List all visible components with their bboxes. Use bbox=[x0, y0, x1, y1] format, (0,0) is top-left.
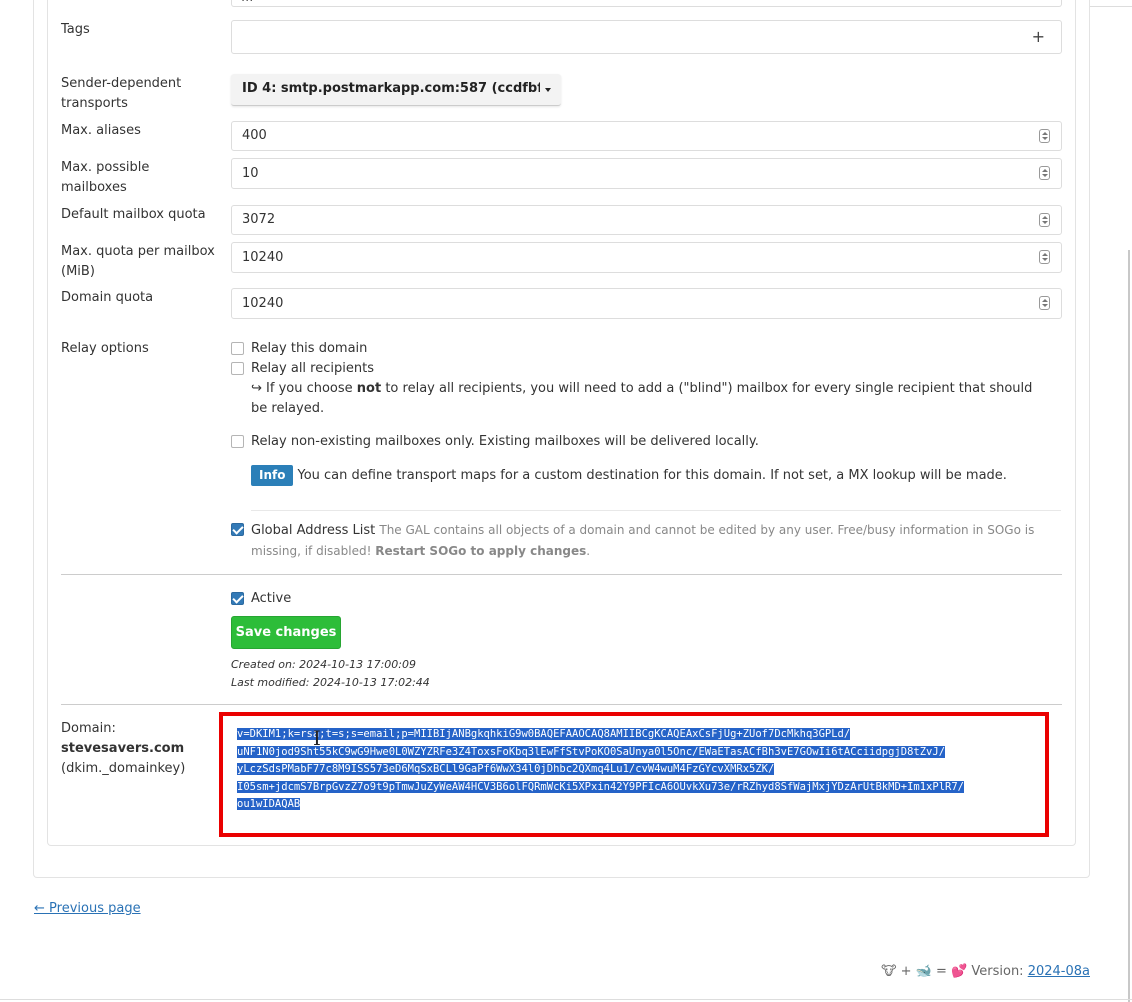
relay-unknown-checkbox[interactable] bbox=[231, 435, 244, 448]
caret-down-icon bbox=[545, 88, 551, 92]
gal-option: Global Address List The GAL contains all… bbox=[251, 523, 1035, 558]
relay-all-note: ↪ If you choose not to relay all recipie… bbox=[251, 381, 1033, 416]
relay-all-label: Relay all recipients bbox=[251, 361, 374, 376]
max-aliases-value: 400 bbox=[242, 128, 267, 143]
tags-input[interactable]: + bbox=[231, 20, 1062, 54]
max-aliases-input[interactable]: 400 bbox=[231, 121, 1062, 151]
info-badge: Info bbox=[251, 465, 294, 486]
plus-icon[interactable]: + bbox=[1032, 27, 1045, 46]
divider bbox=[251, 510, 1061, 511]
stepper-icon[interactable] bbox=[1039, 213, 1050, 227]
default-quota-value: 3072 bbox=[242, 212, 276, 227]
previous-page-link[interactable]: ← Previous page bbox=[34, 901, 141, 916]
top-divider bbox=[1089, 6, 1132, 7]
relay-domain-checkbox[interactable] bbox=[231, 342, 244, 355]
version-link[interactable]: 2024-08a bbox=[1028, 964, 1090, 979]
stepper-icon[interactable] bbox=[1039, 296, 1050, 310]
domain-quota-input[interactable]: 10240 bbox=[231, 288, 1062, 319]
created-on: Created on: 2024-10-13 17:00:09 bbox=[231, 658, 417, 671]
dkim-label: Domain: stevesavers.com (dkim._domainkey… bbox=[61, 719, 185, 779]
default-quota-input[interactable]: 3072 bbox=[231, 205, 1062, 235]
save-changes-button[interactable]: Save changes bbox=[231, 616, 341, 649]
dkim-domain: stevesavers.com bbox=[61, 741, 185, 756]
dkim-key-text[interactable]: v=DKIM1;k=rsa;t=s;s=email;p=MIIBIjANBgkq… bbox=[237, 726, 1037, 814]
domain-quota-label: Domain quota bbox=[61, 290, 154, 305]
scrollbar[interactable] bbox=[1128, 250, 1130, 1002]
gal-checkbox[interactable] bbox=[231, 523, 244, 536]
section-divider bbox=[61, 704, 1062, 705]
gal-label: Global Address List bbox=[251, 523, 376, 538]
max-mailboxes-label: Max. possible mailboxes bbox=[61, 160, 150, 195]
transport-select[interactable]: ID 4: smtp.postmarkapp.com:587 (ccdfbf6f… bbox=[231, 74, 561, 106]
footer-emoji: 🐮 + 🐋 = 💕 bbox=[881, 964, 968, 979]
transport-info: Info You can define transport maps for a … bbox=[251, 465, 1041, 486]
max-mailboxes-input[interactable]: 10 bbox=[231, 158, 1062, 189]
max-quota-label: Max. quota per mailbox (MiB) bbox=[61, 244, 215, 279]
section-divider bbox=[61, 574, 1062, 575]
max-aliases-label: Max. aliases bbox=[61, 123, 141, 138]
transport-selected-value: ID 4: smtp.postmarkapp.com:587 (ccdfbf6f… bbox=[242, 81, 540, 96]
stepper-icon[interactable] bbox=[1039, 129, 1050, 143]
version-label: Version: bbox=[971, 964, 1024, 979]
stepper-icon[interactable] bbox=[1039, 250, 1050, 264]
transport-label: Sender-dependent transports bbox=[61, 76, 182, 111]
max-mailboxes-value: 10 bbox=[242, 166, 259, 181]
relay-unknown-label: Relay non-existing mailboxes only. Exist… bbox=[251, 434, 759, 449]
transport-info-text: You can define transport maps for a cust… bbox=[297, 468, 1007, 483]
relay-domain-label: Relay this domain bbox=[251, 341, 368, 356]
text-cursor-icon: I bbox=[313, 726, 321, 750]
active-label: Active bbox=[251, 591, 292, 606]
bottom-divider bbox=[0, 999, 1132, 1000]
previous-input-value: ... bbox=[241, 0, 253, 5]
dkim-selector: (dkim._domainkey) bbox=[61, 761, 186, 776]
relay-all-checkbox[interactable] bbox=[231, 362, 244, 375]
max-quota-input[interactable]: 10240 bbox=[231, 242, 1062, 273]
relay-options-label: Relay options bbox=[61, 341, 149, 356]
footer: 🐮 + 🐋 = 💕 Version: 2024-08a bbox=[881, 964, 1090, 979]
domain-quota-value: 10240 bbox=[242, 296, 284, 311]
tags-label: Tags bbox=[61, 22, 90, 37]
previous-input[interactable] bbox=[231, 0, 1062, 7]
last-modified: Last modified: 2024-10-13 17:02:44 bbox=[231, 676, 430, 689]
default-quota-label: Default mailbox quota bbox=[61, 207, 206, 222]
active-checkbox[interactable] bbox=[231, 592, 244, 605]
max-quota-value: 10240 bbox=[242, 250, 284, 265]
stepper-icon[interactable] bbox=[1039, 166, 1050, 180]
dkim-key-box[interactable]: v=DKIM1;k=rsa;t=s;s=email;p=MIIBIjANBgkq… bbox=[219, 712, 1049, 837]
